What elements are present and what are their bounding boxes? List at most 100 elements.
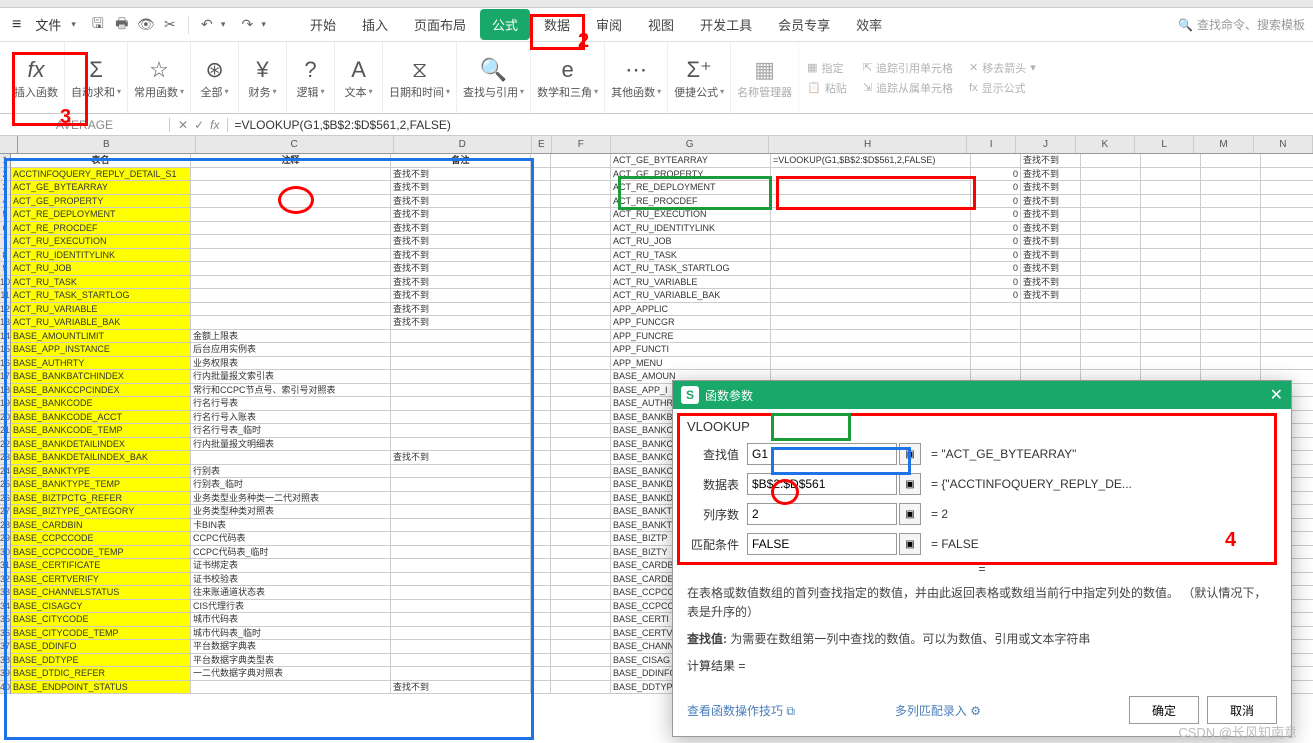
cell-H4[interactable] xyxy=(771,195,971,208)
formula-input[interactable]: =VLOOKUP(G1,$B$2:$D$561,2,FALSE) xyxy=(228,118,1313,132)
cell-C18[interactable]: 常行和CCPC节点号、索引号对照表 xyxy=(191,384,391,397)
cell-N8[interactable] xyxy=(1261,249,1313,262)
cell-C10[interactable] xyxy=(191,276,391,289)
cell-D33[interactable] xyxy=(391,586,531,599)
cell-H5[interactable] xyxy=(771,208,971,221)
cell-B28[interactable]: BASE_CARDBIN xyxy=(11,519,191,532)
cell-F25[interactable] xyxy=(551,478,611,491)
cell-D1[interactable]: 备注 xyxy=(391,154,531,167)
cell-F15[interactable] xyxy=(551,343,611,356)
row-header[interactable]: 16 xyxy=(0,357,10,371)
cell-F16[interactable] xyxy=(551,357,611,370)
cell-E26[interactable] xyxy=(531,492,551,505)
cell-B19[interactable]: BASE_BANKCODE xyxy=(11,397,191,410)
cell-C25[interactable]: 行别表_临时 xyxy=(191,478,391,491)
redo-icon[interactable]: ↷ xyxy=(237,15,257,35)
cell-K16[interactable] xyxy=(1081,357,1141,370)
cell-J12[interactable] xyxy=(1021,303,1081,316)
cell-I3[interactable]: 0 xyxy=(971,181,1021,194)
cell-H1[interactable]: =VLOOKUP(G1,$B$2:$D$561,2,FALSE) xyxy=(771,154,971,167)
save-icon[interactable]: 🖫 xyxy=(88,15,108,35)
row-header[interactable]: 33 xyxy=(0,586,10,600)
cell-B16[interactable]: BASE_AUTHRTY xyxy=(11,357,191,370)
cell-E1[interactable] xyxy=(531,154,551,167)
cell-G8[interactable]: ACT_RU_TASK xyxy=(611,249,771,262)
cell-E5[interactable] xyxy=(531,208,551,221)
cell-M5[interactable] xyxy=(1201,208,1261,221)
row-header[interactable]: 36 xyxy=(0,627,10,641)
cell-J11[interactable]: 查找不到 xyxy=(1021,289,1081,302)
cell-D6[interactable]: 查找不到 xyxy=(391,222,531,235)
cell-H6[interactable] xyxy=(771,222,971,235)
cell-E37[interactable] xyxy=(531,640,551,653)
cell-B21[interactable]: BASE_BANKCODE_TEMP xyxy=(11,424,191,437)
cell-J7[interactable]: 查找不到 xyxy=(1021,235,1081,248)
cell-H15[interactable] xyxy=(771,343,971,356)
trace-dependents-button[interactable]: ⇲ 追踪从属单元格 xyxy=(863,80,953,96)
cell-C8[interactable] xyxy=(191,249,391,262)
cell-E18[interactable] xyxy=(531,384,551,397)
cell-G5[interactable]: ACT_RU_EXECUTION xyxy=(611,208,771,221)
row-header[interactable]: 10 xyxy=(0,276,10,290)
cell-F7[interactable] xyxy=(551,235,611,248)
cell-G15[interactable]: APP_FUNCTI xyxy=(611,343,771,356)
shortcut-fn-button[interactable]: Σ⁺便捷公式▾ xyxy=(668,42,731,113)
cell-J8[interactable]: 查找不到 xyxy=(1021,249,1081,262)
cell-B20[interactable]: BASE_BANKCODE_ACCT xyxy=(11,411,191,424)
cell-E8[interactable] xyxy=(531,249,551,262)
cell-F14[interactable] xyxy=(551,330,611,343)
cell-F3[interactable] xyxy=(551,181,611,194)
param-input-3[interactable] xyxy=(747,533,897,555)
cell-D37[interactable] xyxy=(391,640,531,653)
cell-B40[interactable]: BASE_ENDPOINT_STATUS xyxy=(11,681,191,694)
cell-K11[interactable] xyxy=(1081,289,1141,302)
row-header[interactable]: 15 xyxy=(0,343,10,357)
cell-E11[interactable] xyxy=(531,289,551,302)
cell-I11[interactable]: 0 xyxy=(971,289,1021,302)
cell-G3[interactable]: ACT_RE_DEPLOYMENT xyxy=(611,181,771,194)
cell-L11[interactable] xyxy=(1141,289,1201,302)
text-fn-button[interactable]: A文本▾ xyxy=(335,42,383,113)
cell-C39[interactable]: 一二代数据字典对照表 xyxy=(191,667,391,680)
row-header[interactable]: 19 xyxy=(0,397,10,411)
cell-F24[interactable] xyxy=(551,465,611,478)
cell-F18[interactable] xyxy=(551,384,611,397)
close-icon[interactable]: ✕ xyxy=(1270,385,1283,405)
cell-D31[interactable] xyxy=(391,559,531,572)
cell-D7[interactable]: 查找不到 xyxy=(391,235,531,248)
cell-E27[interactable] xyxy=(531,505,551,518)
dialog-title-bar[interactable]: S 函数参数 ✕ xyxy=(673,381,1291,409)
cell-B36[interactable]: BASE_CITYCODE_TEMP xyxy=(11,627,191,640)
cell-K8[interactable] xyxy=(1081,249,1141,262)
col-header-J[interactable]: J xyxy=(1016,136,1075,153)
cell-F23[interactable] xyxy=(551,451,611,464)
col-header-M[interactable]: M xyxy=(1194,136,1253,153)
other-fn-button[interactable]: ⋯其他函数▾ xyxy=(605,42,668,113)
col-header-C[interactable]: C xyxy=(196,136,394,153)
cell-F2[interactable] xyxy=(551,168,611,181)
cell-C20[interactable]: 行名行号入账表 xyxy=(191,411,391,424)
cell-B2[interactable]: ACCTINFOQUERY_REPLY_DETAIL_S1 xyxy=(11,168,191,181)
cell-E9[interactable] xyxy=(531,262,551,275)
cell-D19[interactable] xyxy=(391,397,531,410)
cell-C6[interactable] xyxy=(191,222,391,235)
cell-D4[interactable]: 查找不到 xyxy=(391,195,531,208)
cell-I5[interactable]: 0 xyxy=(971,208,1021,221)
cell-H2[interactable] xyxy=(771,168,971,181)
chevron-down-icon[interactable]: ▾ xyxy=(221,19,226,30)
cell-J5[interactable]: 查找不到 xyxy=(1021,208,1081,221)
cell-D28[interactable] xyxy=(391,519,531,532)
cell-C32[interactable]: 证书校验表 xyxy=(191,573,391,586)
cell-E32[interactable] xyxy=(531,573,551,586)
cell-B25[interactable]: BASE_BANKTYPE_TEMP xyxy=(11,478,191,491)
cell-I12[interactable] xyxy=(971,303,1021,316)
cell-H12[interactable] xyxy=(771,303,971,316)
row-header[interactable]: 20 xyxy=(0,411,10,425)
cell-I2[interactable]: 0 xyxy=(971,168,1021,181)
cell-F36[interactable] xyxy=(551,627,611,640)
cell-D40[interactable]: 查找不到 xyxy=(391,681,531,694)
common-fn-button[interactable]: ☆常用函数▾ xyxy=(128,42,191,113)
row-header[interactable]: 5 xyxy=(0,208,10,222)
cell-D30[interactable] xyxy=(391,546,531,559)
cell-N7[interactable] xyxy=(1261,235,1313,248)
